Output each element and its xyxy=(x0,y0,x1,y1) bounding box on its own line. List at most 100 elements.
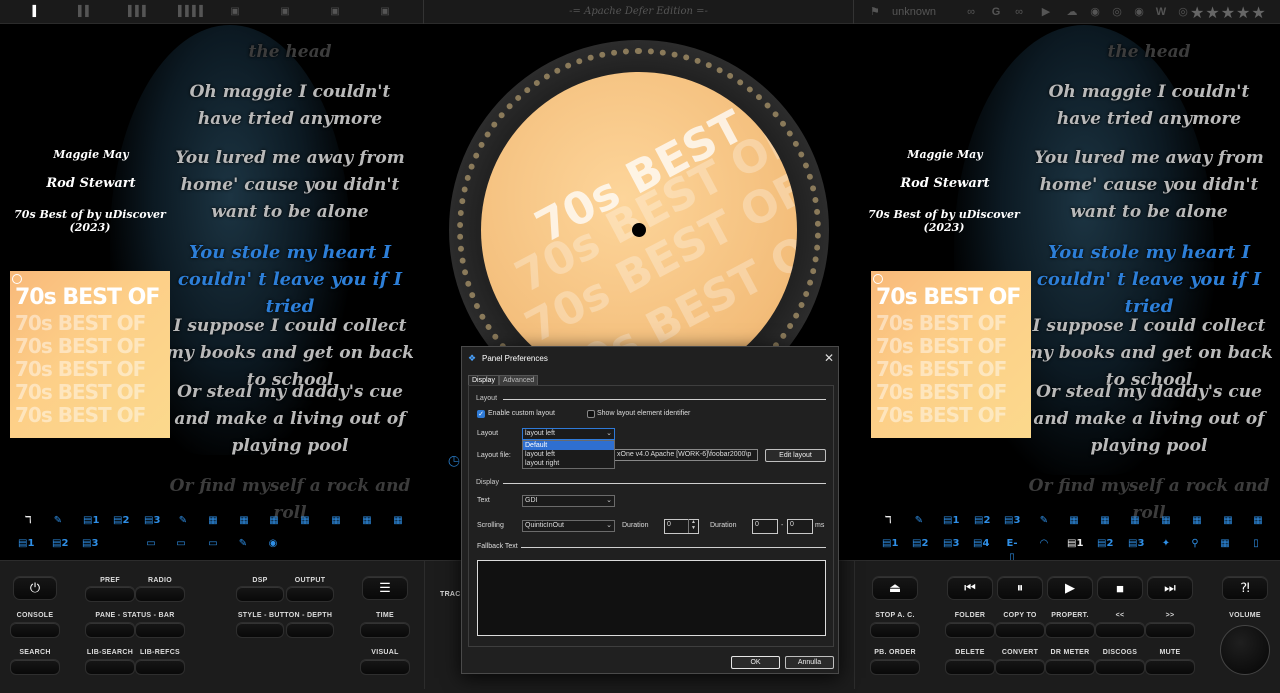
mute-button[interactable] xyxy=(1145,659,1195,675)
panel-icon[interactable]: ▤2 xyxy=(912,537,928,551)
radio-button[interactable] xyxy=(135,586,185,602)
seek-forward-button[interactable] xyxy=(1145,622,1195,638)
album-cover[interactable]: 70s BEST OF 70s BEST OF 70s BEST OF 70s … xyxy=(10,271,170,438)
layout-8-icon[interactable]: ▣ xyxy=(379,6,391,18)
properties-button[interactable] xyxy=(1045,622,1095,638)
cancel-button[interactable]: Annulla xyxy=(785,656,834,669)
time-button[interactable] xyxy=(360,622,410,638)
dialog-titlebar[interactable]: ❖ Panel Preferences ✕ xyxy=(462,347,838,369)
panel-icon[interactable]: ▤3 xyxy=(82,537,98,551)
pane-button[interactable] xyxy=(85,622,135,638)
dr-meter-button[interactable] xyxy=(1045,659,1095,675)
ok-button[interactable]: OK xyxy=(731,656,780,669)
youtube-icon[interactable]: ▶ xyxy=(1039,5,1053,19)
podcast-icon[interactable]: ◎ xyxy=(1176,5,1190,19)
panel-icon[interactable]: ▦ xyxy=(1189,514,1205,528)
stop-after-current-button[interactable] xyxy=(870,622,920,638)
panel-icon[interactable]: ▦ xyxy=(1158,514,1174,528)
panel-icon[interactable]: ▤1 xyxy=(943,514,959,528)
flag-icon[interactable]: ⚑ xyxy=(870,5,880,18)
panel-icon[interactable]: ▤2 xyxy=(1097,537,1113,551)
panel-icon[interactable]: ✦ xyxy=(1158,537,1174,551)
layout-option[interactable]: layout right xyxy=(523,459,614,468)
menu-button[interactable]: ☰ xyxy=(362,576,408,600)
layout-2-icon[interactable]: ▌▌ xyxy=(78,6,92,18)
panel-icon[interactable]: ▦ xyxy=(205,514,221,528)
panel-icon[interactable]: ▦ xyxy=(1127,514,1143,528)
scrolling-select[interactable]: QuinticInOut ⌄ xyxy=(522,520,615,532)
panel-icon[interactable]: ✎ xyxy=(911,514,927,528)
lib-refcs-button[interactable] xyxy=(135,659,185,675)
panel-icon[interactable]: ▤3 xyxy=(943,537,959,551)
previous-track-button[interactable]: ⏮ xyxy=(947,576,993,600)
dsp-button[interactable] xyxy=(236,586,284,602)
panel-icon[interactable]: ▤3 xyxy=(1004,514,1020,528)
eject-button[interactable]: ⏏ xyxy=(872,576,918,600)
panel-icon[interactable]: ▯ xyxy=(1248,537,1264,551)
edit-layout-button[interactable]: Edit layout xyxy=(765,449,826,462)
panel-icon[interactable]: ℸ xyxy=(880,514,896,528)
panel-icon[interactable]: ◠ xyxy=(1036,537,1052,551)
folder-button[interactable] xyxy=(945,622,995,638)
panel-icon[interactable]: ▤4 xyxy=(973,537,989,551)
panel-icon[interactable]: ▦ xyxy=(266,514,282,528)
power-button[interactable]: ⏻ xyxy=(13,576,57,600)
layout-5-icon[interactable]: ▣ xyxy=(229,6,241,18)
panel-icon[interactable]: ▦ xyxy=(328,514,344,528)
seek-back-button[interactable] xyxy=(1095,622,1145,638)
spotify-icon[interactable]: ◉ xyxy=(1088,5,1102,19)
console-button[interactable] xyxy=(10,622,60,638)
panel-icon[interactable]: ▤3 xyxy=(144,514,160,528)
duration-start-input[interactable]: 0 xyxy=(752,519,778,534)
layout-option[interactable]: layout left xyxy=(523,450,614,459)
layout-6-icon[interactable]: ▣ xyxy=(279,6,291,18)
panel-icon[interactable]: ▤1 xyxy=(882,537,898,551)
panel-icon[interactable]: ▦ xyxy=(1220,514,1236,528)
layout-option[interactable]: Default xyxy=(523,441,614,450)
allmusic-icon[interactable]: ◎ xyxy=(1110,5,1124,19)
panel-icon[interactable]: ▦ xyxy=(236,514,252,528)
duration-spinner[interactable]: ▲ ▼ xyxy=(688,519,698,533)
panel-icon[interactable]: ✎ xyxy=(50,514,66,528)
pref-button[interactable] xyxy=(85,586,135,602)
rating-stars[interactable]: ★★★★★ xyxy=(1190,3,1267,23)
panel-icon[interactable]: ▦ xyxy=(390,514,406,528)
album-cover[interactable]: 70s BEST OF 70s BEST OF 70s BEST OF 70s … xyxy=(871,271,1031,438)
panel-icon[interactable]: ▭ xyxy=(143,537,159,551)
output-button[interactable] xyxy=(286,586,334,602)
layout-4-icon[interactable]: ▌▌▌▌ xyxy=(178,6,206,18)
google-icon[interactable]: G xyxy=(989,5,1003,19)
layout-select[interactable]: layout left ⌄ xyxy=(522,428,615,440)
panel-icon[interactable]: ▦ xyxy=(1250,514,1266,528)
status-bar-button[interactable] xyxy=(135,622,185,638)
show-identifier-checkbox[interactable] xyxy=(587,410,595,418)
panel-icon[interactable]: ℸ xyxy=(20,514,36,528)
discogs-button[interactable] xyxy=(1095,659,1145,675)
panel-icon[interactable]: ✎ xyxy=(1036,514,1052,528)
panel-icon[interactable]: ▦ xyxy=(1217,537,1233,551)
layout-1-icon[interactable]: ▌ xyxy=(30,6,42,18)
lastfm-icon[interactable]: ∞ xyxy=(1012,5,1026,19)
wikipedia-icon[interactable]: W xyxy=(1154,5,1168,19)
stop-button[interactable]: ■ xyxy=(1097,576,1143,600)
playback-order-button[interactable] xyxy=(870,659,920,675)
text-renderer-select[interactable]: GDI ⌄ xyxy=(522,495,615,507)
panel-icon[interactable]: ▤1 xyxy=(83,514,99,528)
close-icon[interactable]: ✕ xyxy=(822,351,836,365)
soundcloud-icon[interactable]: ☁ xyxy=(1065,5,1079,19)
panel-icon[interactable]: ▦ xyxy=(359,514,375,528)
duration-end-input[interactable]: 0 xyxy=(787,519,813,534)
volume-knob[interactable] xyxy=(1220,625,1270,675)
panel-icon[interactable]: ▤2 xyxy=(52,537,68,551)
copy-to-button[interactable] xyxy=(995,622,1045,638)
layout-7-icon[interactable]: ▣ xyxy=(329,6,341,18)
play-button[interactable]: ▶ xyxy=(1047,576,1093,600)
panel-icon[interactable]: ▦ xyxy=(1097,514,1113,528)
panel-icon[interactable]: ▤2 xyxy=(974,514,990,528)
visual-button[interactable] xyxy=(360,659,410,675)
layout-3-icon[interactable]: ▌▌▌ xyxy=(128,6,149,18)
panel-icon[interactable]: ▤1 xyxy=(1067,537,1083,551)
panel-icon[interactable]: ▦ xyxy=(1066,514,1082,528)
panel-icon[interactable]: ▤3 xyxy=(1128,537,1144,551)
discogs-icon[interactable]: ◉ xyxy=(1132,5,1146,19)
